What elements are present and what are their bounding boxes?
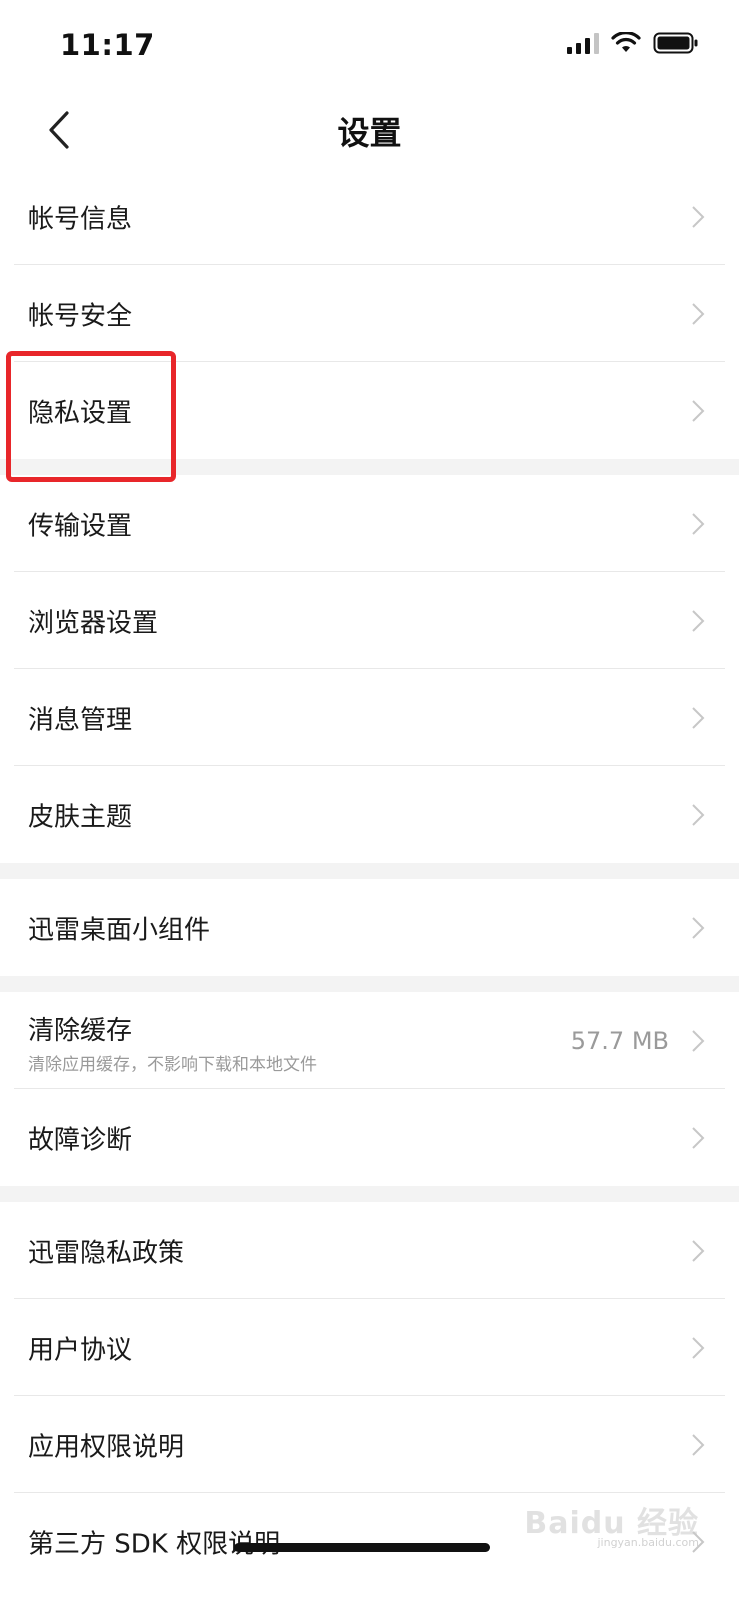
chevron-right-icon xyxy=(692,1433,705,1456)
settings-row-skin-theme[interactable]: 皮肤主题 xyxy=(0,766,739,863)
settings-row-desktop-widget[interactable]: 迅雷桌面小组件 xyxy=(0,879,739,976)
settings-row-account-info[interactable]: 帐号信息 xyxy=(0,168,739,265)
wifi-icon xyxy=(611,32,641,52)
row-label: 迅雷桌面小组件 xyxy=(28,915,211,945)
battery-icon xyxy=(653,32,698,54)
chevron-right-icon xyxy=(692,803,705,826)
row-label: 第三方 SDK 权限说明 xyxy=(28,1529,281,1559)
chevron-right-icon xyxy=(692,205,705,228)
row-label: 消息管理 xyxy=(28,705,133,735)
chevron-right-icon xyxy=(692,609,705,632)
row-label: 传输设置 xyxy=(28,511,133,541)
row-label: 帐号信息 xyxy=(28,204,133,234)
status-bar: 11:17 xyxy=(0,0,739,92)
group-separator xyxy=(0,459,739,475)
row-label: 故障诊断 xyxy=(28,1125,133,1155)
row-label: 隐私设置 xyxy=(28,398,133,428)
group-separator xyxy=(0,863,739,879)
status-icons xyxy=(567,32,699,54)
group-separator xyxy=(0,976,739,992)
settings-row-messages[interactable]: 消息管理 xyxy=(0,669,739,766)
row-label: 皮肤主题 xyxy=(28,802,133,832)
chevron-right-icon xyxy=(692,1239,705,1262)
row-label: 清除缓存 xyxy=(28,1016,133,1046)
cellular-signal-icon xyxy=(567,32,599,54)
row-label: 应用权限说明 xyxy=(28,1432,185,1462)
settings-row-clear-cache[interactable]: 清除缓存 清除应用缓存，不影响下载和本地文件 57.7 MB xyxy=(0,992,739,1089)
chevron-right-icon xyxy=(692,302,705,325)
nav-bar: 设置 xyxy=(0,92,739,168)
row-label: 浏览器设置 xyxy=(28,608,159,638)
chevron-right-icon xyxy=(692,1126,705,1149)
row-label: 帐号安全 xyxy=(28,301,133,331)
watermark-url: jingyan.baidu.com xyxy=(597,1536,699,1549)
settings-row-privacy-policy[interactable]: 迅雷隐私政策 xyxy=(0,1202,739,1299)
row-label: 用户协议 xyxy=(28,1335,133,1365)
settings-row-transfer[interactable]: 传输设置 xyxy=(0,475,739,572)
chevron-right-icon xyxy=(692,512,705,535)
row-sublabel: 清除应用缓存，不影响下载和本地文件 xyxy=(28,1055,317,1075)
page-title: 设置 xyxy=(337,114,402,152)
chevron-right-icon xyxy=(692,916,705,939)
home-indicator[interactable] xyxy=(234,1543,490,1552)
status-time: 11:17 xyxy=(60,28,155,62)
settings-row-app-permissions[interactable]: 应用权限说明 xyxy=(0,1396,739,1493)
settings-list: 帐号信息 帐号安全 隐私设置 传输设置 浏览器设置 消息管理 皮肤主题 迅雷桌面… xyxy=(0,168,739,1590)
settings-row-privacy[interactable]: 隐私设置 xyxy=(0,362,739,459)
chevron-right-icon xyxy=(692,706,705,729)
settings-row-diagnostics[interactable]: 故障诊断 xyxy=(0,1089,739,1186)
chevron-right-icon xyxy=(692,399,705,422)
group-separator xyxy=(0,1186,739,1202)
cache-size-value: 57.7 MB xyxy=(570,1026,669,1055)
row-label: 迅雷隐私政策 xyxy=(28,1238,185,1268)
settings-row-user-agreement[interactable]: 用户协议 xyxy=(0,1299,739,1396)
settings-row-account-security[interactable]: 帐号安全 xyxy=(0,265,739,362)
settings-row-browser[interactable]: 浏览器设置 xyxy=(0,572,739,669)
chevron-right-icon xyxy=(692,1029,705,1052)
chevron-right-icon xyxy=(692,1336,705,1359)
